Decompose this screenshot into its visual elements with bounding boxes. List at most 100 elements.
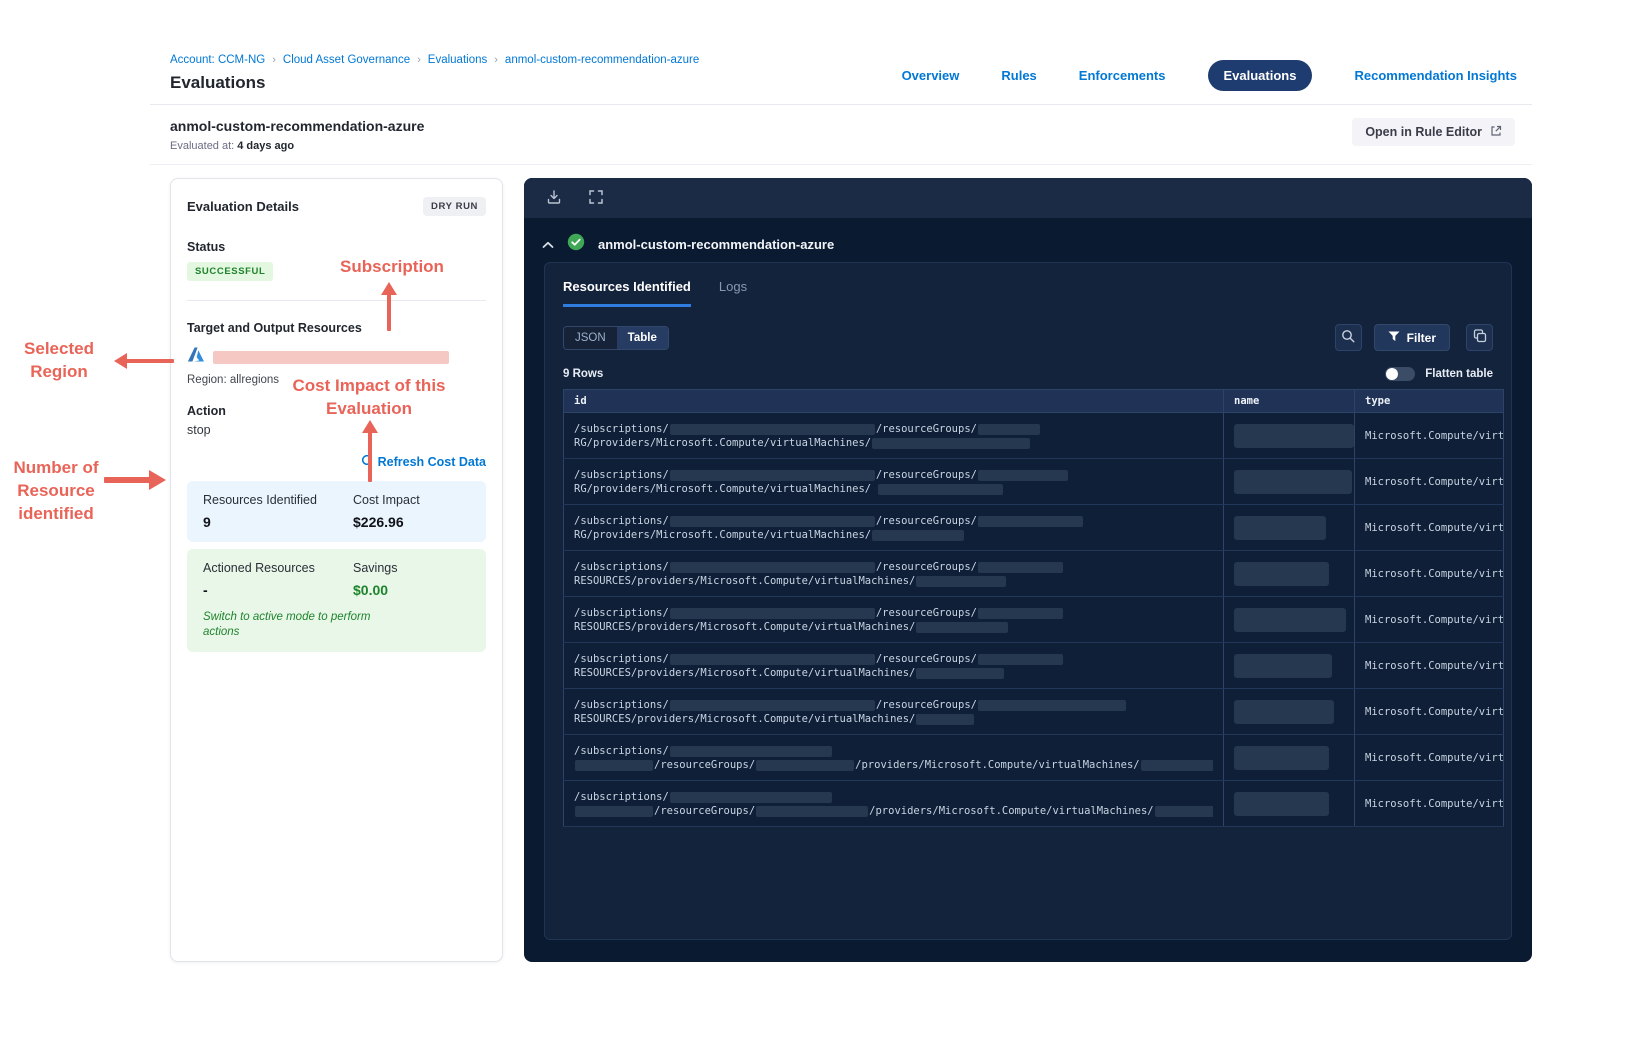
rows-count: 9 Rows bbox=[563, 368, 604, 380]
cell-id: /subscriptions//resourceGroups/RESOURCES… bbox=[563, 550, 1224, 597]
actioned-resources-value: - bbox=[203, 582, 208, 598]
nav-overview[interactable]: Overview bbox=[902, 68, 960, 83]
fullscreen-icon bbox=[588, 189, 604, 208]
breadcrumb-account[interactable]: Account: CCM-NG bbox=[170, 54, 265, 66]
cost-impact-value: $226.96 bbox=[353, 514, 404, 530]
redacted-value bbox=[669, 745, 832, 757]
redacted-value bbox=[977, 561, 1063, 573]
filter-button[interactable]: Filter bbox=[1373, 324, 1450, 351]
download-button[interactable] bbox=[546, 189, 562, 208]
breadcrumb: Account: CCM-NG › Cloud Asset Governance… bbox=[170, 54, 699, 66]
redacted-value bbox=[1234, 469, 1352, 494]
cell-name bbox=[1223, 642, 1355, 689]
search-icon bbox=[1341, 329, 1355, 346]
table-row[interactable]: /subscriptions//resourceGroups/RG/provid… bbox=[563, 504, 1504, 551]
results-panel: anmol-custom-recommendation-azure Resour… bbox=[524, 178, 1532, 962]
redacted-value bbox=[977, 469, 1068, 481]
savings-value: $0.00 bbox=[353, 582, 389, 598]
view-toggle-json[interactable]: JSON bbox=[564, 326, 617, 349]
chevron-up-icon[interactable] bbox=[542, 236, 554, 254]
top-nav: Overview Rules Enforcements Evaluations … bbox=[902, 60, 1517, 91]
cell-type: Microsoft.Compute/virtu bbox=[1354, 550, 1504, 597]
table-row[interactable]: /subscriptions//resourceGroups/RG/provid… bbox=[563, 412, 1504, 459]
page: Account: CCM-NG › Cloud Asset Governance… bbox=[0, 0, 1648, 1044]
redacted-value bbox=[977, 699, 1126, 711]
tab-resources-identified[interactable]: Resources Identified bbox=[563, 279, 691, 307]
open-rule-editor-label: Open in Rule Editor bbox=[1365, 125, 1482, 139]
status-badge: SUCCESSFUL bbox=[187, 262, 274, 281]
cost-impact-label: Cost Impact bbox=[353, 493, 420, 507]
redacted-value bbox=[977, 607, 1063, 619]
subscription-arrow-line bbox=[387, 294, 391, 331]
subheader: anmol-custom-recommendation-azure Evalua… bbox=[150, 105, 1532, 165]
cell-type: Microsoft.Compute/virtu bbox=[1354, 596, 1504, 643]
filter-label: Filter bbox=[1406, 330, 1436, 345]
view-toggle-table[interactable]: Table bbox=[616, 326, 668, 349]
cell-id: /subscriptions//resourceGroups/RG/provid… bbox=[563, 412, 1224, 459]
cell-id: /subscriptions//resourceGroups/RESOURCES… bbox=[563, 642, 1224, 689]
table-row[interactable]: /subscriptions//resourceGroups//provider… bbox=[563, 780, 1504, 827]
cell-name bbox=[1223, 412, 1355, 459]
evaluation-name: anmol-custom-recommendation-azure bbox=[170, 118, 425, 134]
cell-type: Microsoft.Compute/virtu bbox=[1354, 412, 1504, 459]
refresh-cost-data-link[interactable]: Refresh Cost Data bbox=[361, 454, 486, 469]
nav-evaluations-active[interactable]: Evaluations bbox=[1207, 60, 1313, 91]
redacted-value bbox=[669, 791, 832, 803]
redacted-value bbox=[1234, 653, 1332, 678]
table-row[interactable]: /subscriptions//resourceGroups//provider… bbox=[563, 734, 1504, 781]
fullscreen-button[interactable] bbox=[588, 189, 604, 208]
redacted-value bbox=[1234, 791, 1329, 816]
tab-logs[interactable]: Logs bbox=[719, 279, 747, 307]
cell-type: Microsoft.Compute/virtu bbox=[1354, 642, 1504, 689]
breadcrumb-evaluations[interactable]: Evaluations bbox=[428, 54, 487, 66]
results-toolbar bbox=[524, 178, 1532, 218]
annotation-cost-impact: Cost Impact of this Evaluation bbox=[292, 376, 446, 418]
resources-identified-value: 9 bbox=[203, 514, 211, 530]
redacted-value bbox=[1234, 745, 1329, 770]
breadcrumb-separator: › bbox=[272, 54, 276, 66]
copy-button[interactable] bbox=[1466, 324, 1493, 351]
table-row[interactable]: /subscriptions//resourceGroups/RG/provid… bbox=[563, 458, 1504, 505]
filter-icon bbox=[1388, 331, 1400, 345]
flatten-table-label: Flatten table bbox=[1425, 368, 1493, 380]
nav-enforcements[interactable]: Enforcements bbox=[1079, 68, 1166, 83]
annotation-resource-count: Number of Resource identified bbox=[13, 458, 99, 523]
redacted-value bbox=[977, 423, 1040, 435]
column-header-id[interactable]: id bbox=[563, 389, 1224, 413]
table-row[interactable]: /subscriptions//resourceGroups/RESOURCES… bbox=[563, 642, 1504, 689]
column-header-type[interactable]: type bbox=[1354, 389, 1504, 413]
action-value: stop bbox=[187, 423, 211, 437]
breadcrumb-evaluation-name[interactable]: anmol-custom-recommendation-azure bbox=[505, 54, 699, 66]
resources-identified-label: Resources Identified bbox=[203, 493, 317, 507]
redacted-value bbox=[575, 759, 653, 771]
annotation-selected-region: Selected Region bbox=[24, 339, 94, 381]
open-rule-editor-button[interactable]: Open in Rule Editor bbox=[1352, 118, 1515, 146]
table-row[interactable]: /subscriptions//resourceGroups/RESOURCES… bbox=[563, 596, 1504, 643]
external-link-icon bbox=[1490, 125, 1502, 140]
redacted-value bbox=[977, 653, 1063, 665]
cell-name bbox=[1223, 550, 1355, 597]
cell-type: Microsoft.Compute/virtu bbox=[1354, 688, 1504, 735]
flatten-table-toggle[interactable] bbox=[1385, 367, 1416, 381]
redacted-value bbox=[1154, 805, 1213, 817]
subscription-redacted-value bbox=[213, 350, 449, 364]
cell-id: /subscriptions//resourceGroups/RESOURCES… bbox=[563, 596, 1224, 643]
redacted-value bbox=[916, 667, 1005, 679]
table-row[interactable]: /subscriptions//resourceGroups/RESOURCES… bbox=[563, 688, 1504, 735]
download-icon bbox=[546, 189, 562, 208]
nav-recommendation-insights[interactable]: Recommendation Insights bbox=[1354, 68, 1517, 83]
breadcrumb-cloud-asset-governance[interactable]: Cloud Asset Governance bbox=[283, 54, 410, 66]
search-button[interactable] bbox=[1334, 324, 1362, 351]
cell-name bbox=[1223, 780, 1355, 827]
refresh-cost-data-label: Refresh Cost Data bbox=[377, 454, 486, 469]
nav-rules[interactable]: Rules bbox=[1001, 68, 1036, 83]
redacted-value bbox=[669, 607, 875, 619]
column-header-name[interactable]: name bbox=[1223, 389, 1355, 413]
evaluated-at-label: Evaluated at: bbox=[170, 140, 235, 152]
redacted-value bbox=[756, 759, 855, 771]
redacted-value bbox=[1234, 607, 1346, 632]
breadcrumb-separator: › bbox=[417, 54, 421, 66]
evaluation-collapse-row[interactable]: anmol-custom-recommendation-azure bbox=[524, 218, 1532, 268]
cell-id: /subscriptions//resourceGroups/RESOURCES… bbox=[563, 688, 1224, 735]
table-row[interactable]: /subscriptions//resourceGroups/RESOURCES… bbox=[563, 550, 1504, 597]
